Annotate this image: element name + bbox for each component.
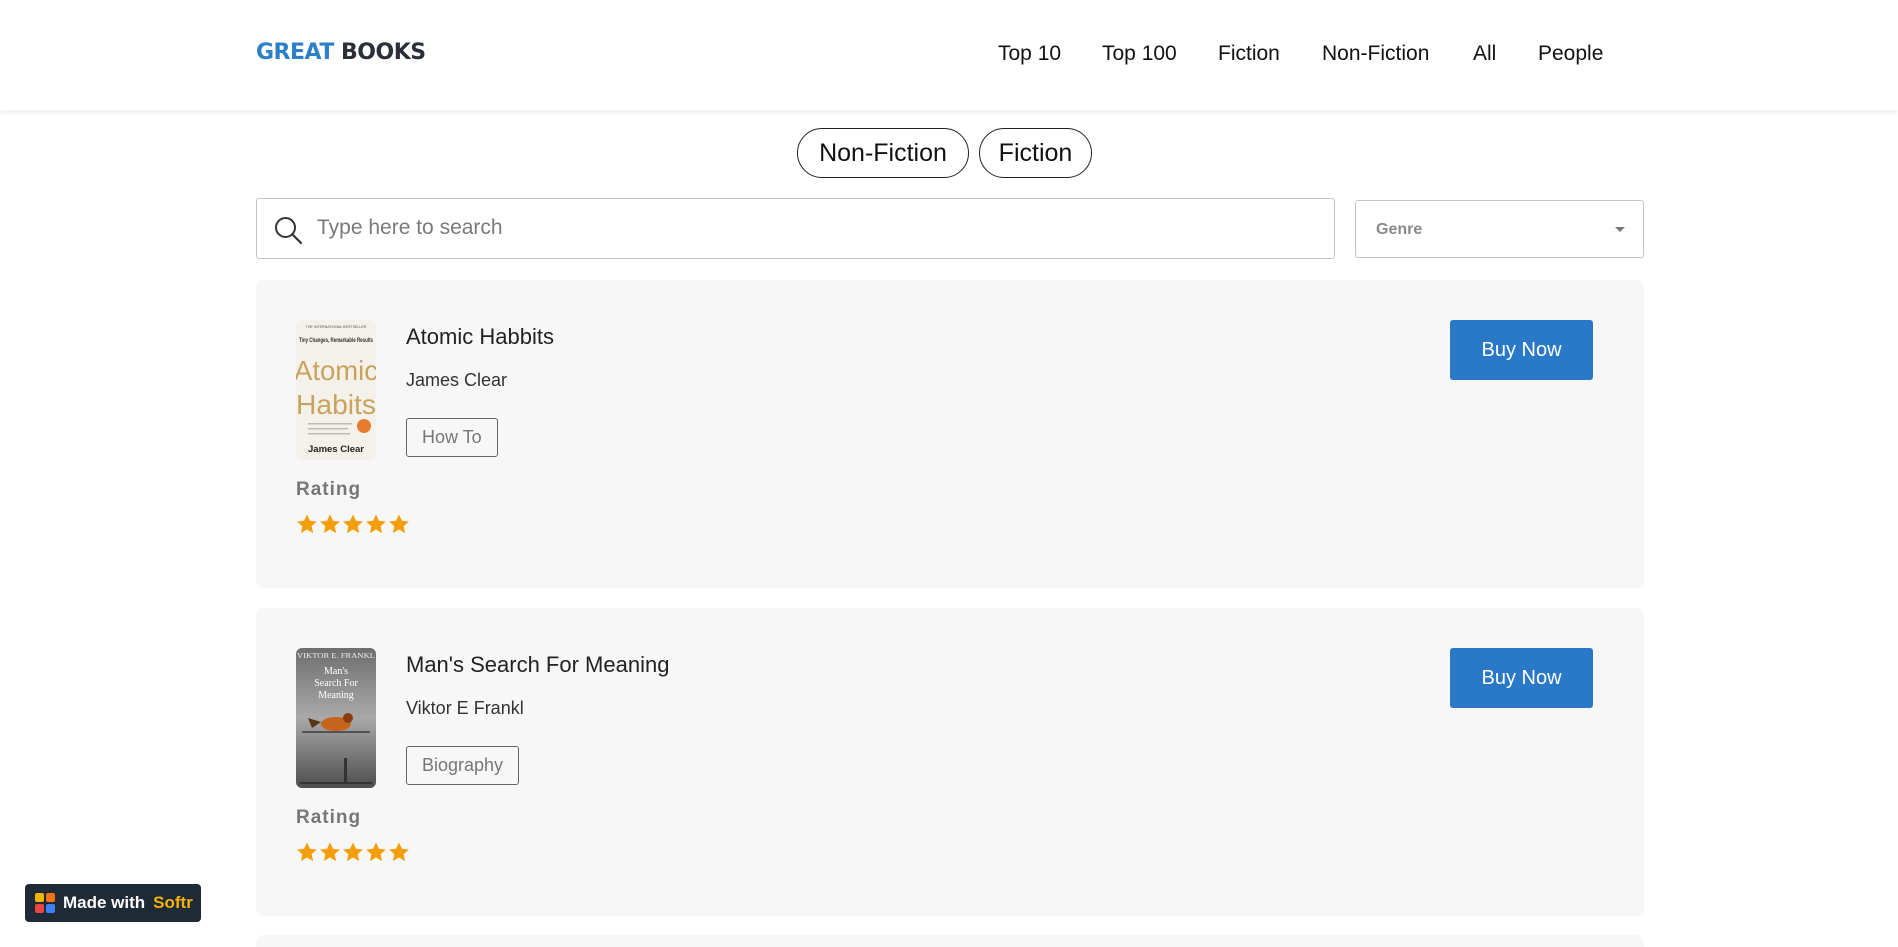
cover-title-line2: Search For: [314, 678, 358, 689]
logo-books: BOOKS: [341, 40, 426, 65]
book-title[interactable]: Man's Search For Meaning: [406, 652, 669, 678]
rating-stars: [296, 841, 410, 863]
cover-title-line3: Meaning: [318, 690, 354, 701]
star-icon: [320, 842, 340, 862]
nav-non-fiction[interactable]: Non-Fiction: [1322, 42, 1429, 66]
buy-now-button[interactable]: Buy Now: [1450, 320, 1593, 380]
star-icon: [343, 842, 363, 862]
site-logo[interactable]: GREAT BOOKS: [256, 40, 426, 65]
search-icon: [275, 217, 303, 245]
book-title[interactable]: Atomic Habbits: [406, 324, 554, 350]
nav-all[interactable]: All: [1473, 42, 1496, 66]
cover-title-line1: Man's: [324, 666, 348, 677]
star-icon: [343, 514, 363, 534]
badge-text: Made with: [63, 893, 146, 912]
chevron-down-icon: [1615, 227, 1625, 232]
logo-great: GREAT: [256, 40, 334, 65]
badge-brand: Softr: [153, 893, 193, 912]
cover-author: VIKTOR E. FRANKL: [297, 652, 375, 660]
star-icon: [297, 514, 317, 534]
cover-author: James Clear: [308, 444, 364, 455]
cover-top-line: THE INTERNATIONAL BESTSELLER: [306, 325, 367, 329]
genre-tag: How To: [406, 418, 498, 457]
made-with-softr-badge[interactable]: Made with Softr: [25, 884, 201, 922]
rating-label: Rating: [296, 807, 362, 828]
rating-stars: [296, 513, 410, 535]
genre-tag: Biography: [406, 746, 520, 785]
search-box[interactable]: [256, 198, 1335, 259]
pill-fiction[interactable]: Fiction: [979, 128, 1092, 178]
nav-top-100[interactable]: Top 100: [1102, 42, 1177, 66]
cover-title-line2: Habits: [296, 389, 376, 420]
book-author: Viktor E Frankl: [406, 698, 524, 718]
book-card: VIKTOR E. FRANKL Man's Search For Meanin…: [256, 608, 1644, 916]
search-input[interactable]: [317, 199, 1317, 257]
book-cover-image[interactable]: VIKTOR E. FRANKL Man's Search For Meanin…: [296, 648, 376, 788]
buy-now-button[interactable]: Buy Now: [1450, 648, 1593, 708]
nav-top-10[interactable]: Top 10: [998, 42, 1061, 66]
site-header: GREAT BOOKS Top 10 Top 100 Fiction Non-F…: [0, 0, 1898, 110]
book-card: [256, 935, 1644, 947]
star-icon: [320, 514, 340, 534]
genre-select-label: Genre: [1376, 221, 1423, 238]
star-icon: [366, 514, 386, 534]
nav-people[interactable]: People: [1538, 42, 1603, 66]
star-icon: [389, 514, 409, 534]
cover-badge-icon: [357, 419, 371, 433]
nav-fiction[interactable]: Fiction: [1218, 42, 1280, 66]
book-author: James Clear: [406, 370, 508, 390]
book-cover-image[interactable]: THE INTERNATIONAL BESTSELLER Tiny Change…: [296, 320, 376, 460]
pill-non-fiction[interactable]: Non-Fiction: [797, 128, 969, 178]
book-card: THE INTERNATIONAL BESTSELLER Tiny Change…: [256, 280, 1644, 588]
softr-logo-icon: [35, 893, 55, 913]
cover-subtitle: Tiny Changes, Remarkable Results: [299, 337, 373, 344]
star-icon: [366, 842, 386, 862]
genre-select[interactable]: Genre: [1355, 200, 1644, 258]
star-icon: [297, 842, 317, 862]
star-icon: [389, 842, 409, 862]
cover-title-line1: Atomic: [296, 355, 376, 386]
rating-label: Rating: [296, 479, 362, 500]
